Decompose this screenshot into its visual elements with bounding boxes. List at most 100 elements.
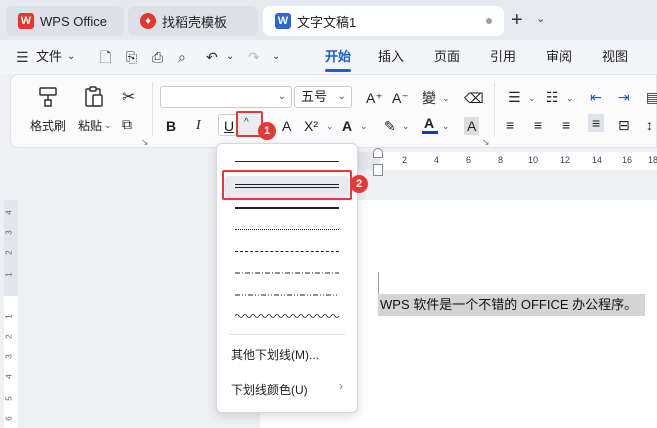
char-shading-button[interactable]: A [464, 117, 480, 135]
numbered-list-icon[interactable]: ☷ [546, 88, 559, 106]
undo-icon[interactable]: ↶ [206, 49, 218, 65]
more-chevron-icon[interactable]: ⌄ [272, 49, 280, 65]
ruler-tick: 16 [622, 155, 633, 165]
format-painter-icon[interactable] [36, 86, 60, 108]
underline-option-dash-dot-dot[interactable] [227, 287, 347, 303]
decrease-indent-icon[interactable]: ⇤ [590, 88, 602, 106]
menu-review[interactable]: 审阅 [546, 40, 572, 74]
justify-icon[interactable]: ≡ [588, 114, 605, 132]
align-right-icon[interactable]: ≡ [562, 116, 570, 134]
ruler-tick: 14 [592, 155, 603, 165]
more-underlines-item[interactable]: 其他下划线(M)... [231, 346, 319, 363]
ruler-tick: 3 [4, 354, 14, 359]
highlight-icon[interactable]: ✎ [384, 117, 396, 135]
dash-dot-dot-line [235, 294, 339, 296]
underline-option-single[interactable] [227, 154, 347, 170]
ruler-tick: 18 [648, 155, 657, 165]
more-paragraph-icon[interactable]: ▤ [646, 88, 657, 106]
line-spacing-icon[interactable]: ↕ [646, 116, 653, 134]
underline-option-dotted[interactable] [227, 222, 347, 238]
bullet-list-icon[interactable]: ☰ [508, 88, 521, 106]
menu-insert[interactable]: 插入 [378, 40, 404, 74]
underline-color-item[interactable]: 下划线颜色(U) [231, 381, 308, 398]
clear-format-icon[interactable]: ⌫ [464, 89, 484, 107]
vertical-ruler: 4 3 2 1 1 2 3 4 5 6 [4, 200, 18, 428]
strikethrough-icon[interactable]: A [282, 117, 291, 135]
format-painter-label[interactable]: 格式刷 [30, 118, 66, 134]
dialog-launcher-icon[interactable]: ↘ [482, 137, 490, 148]
shrink-font-icon[interactable]: A⁻ [392, 89, 409, 107]
menu-file[interactable]: 文件 [36, 40, 62, 74]
selected-paragraph[interactable]: WPS 软件是一个不错的 OFFICE 办公程序。 [378, 294, 645, 316]
margin-corner-mark [378, 272, 379, 294]
menu-icon[interactable]: ☰ [16, 49, 29, 65]
font-family-select[interactable]: ⌄ [160, 86, 292, 108]
ruler-tick: 12 [560, 155, 571, 165]
copy-icon[interactable]: ⧉ [122, 115, 132, 133]
chevron-down-icon[interactable]: ⌄ [67, 49, 75, 65]
chevron-down-icon[interactable]: ⌄ [566, 93, 574, 104]
ruler-tick: 1 [4, 272, 14, 277]
dotted-line [235, 229, 339, 230]
grow-font-icon[interactable]: A⁺ [366, 89, 383, 107]
tab-wps-office[interactable]: W WPS Office [6, 6, 124, 36]
indent-marker-icon[interactable] [373, 164, 383, 176]
underline-option-dash-dot[interactable] [227, 265, 347, 281]
superscript-button[interactable]: X² [304, 117, 318, 135]
tab-label: 文字文稿1 [297, 14, 357, 30]
distributed-icon[interactable]: ⊟ [618, 116, 630, 134]
paste-icon[interactable] [82, 86, 106, 108]
ruler-tick: 4 [4, 210, 14, 215]
menu-page[interactable]: 页面 [434, 40, 460, 74]
chevron-down-icon[interactable]: ⌄ [442, 93, 450, 104]
underline-option-thick[interactable] [227, 200, 347, 216]
chevron-down-icon[interactable]: ⌄ [226, 49, 234, 65]
text-effect-icon[interactable]: A [342, 117, 352, 135]
indent-marker-icon[interactable] [373, 148, 383, 158]
chevron-down-icon[interactable]: ⌄ [528, 93, 536, 104]
step-highlight-box [222, 170, 352, 200]
active-tab-underline [325, 69, 351, 72]
font-color-icon[interactable]: A [424, 114, 434, 132]
step-badge-1: 1 [258, 122, 276, 140]
tab-bar: W WPS Office ♦ 找稻壳模板 W 文字文稿1 + ⌄ [0, 0, 657, 40]
align-left-icon[interactable]: ≡ [506, 116, 514, 134]
ruler-tick: 3 [4, 230, 14, 235]
menu-view[interactable]: 视图 [602, 40, 628, 74]
redo-icon[interactable]: ↷ [248, 49, 260, 65]
paste-label[interactable]: 粘贴 [78, 118, 102, 134]
increase-indent-icon[interactable]: ⇥ [618, 88, 630, 106]
tab-document[interactable]: W 文字文稿1 [263, 6, 504, 36]
align-center-icon[interactable]: ≡ [534, 116, 542, 134]
print-preview-icon[interactable]: ⌕ [178, 49, 186, 65]
font-size-value: 五号 [301, 89, 328, 104]
save-icon[interactable]: 🗋 [100, 49, 111, 65]
chevron-down-icon[interactable]: ⌄ [326, 121, 334, 132]
ruler-tick: 10 [528, 155, 539, 165]
underline-button[interactable]: U [224, 117, 234, 135]
chevron-down-icon[interactable]: ⌄ [104, 120, 112, 131]
italic-button[interactable]: I [196, 117, 201, 135]
chevron-down-icon[interactable]: ⌄ [402, 121, 410, 132]
underline-option-dashed[interactable] [227, 244, 347, 260]
unsaved-dot-icon[interactable] [486, 18, 492, 24]
cut-icon[interactable]: ✂ [122, 89, 135, 107]
dash-dot-line [235, 272, 339, 274]
dialog-launcher-icon[interactable]: ↘ [141, 137, 149, 148]
ruler-tick: 5 [4, 396, 14, 401]
new-tab-button[interactable]: + [511, 9, 523, 31]
chevron-down-icon[interactable]: ⌄ [360, 121, 368, 132]
ruler-tick: 6 [466, 155, 472, 165]
bold-button[interactable]: B [166, 117, 176, 135]
print-icon[interactable]: ⎙ [152, 49, 163, 65]
underline-option-wave[interactable] [227, 308, 347, 324]
export-icon[interactable]: ⎘ [126, 49, 137, 65]
phonetic-guide-icon[interactable]: 變 [422, 89, 436, 107]
chevron-down-icon[interactable]: ⌄ [442, 121, 450, 132]
tab-templates[interactable]: ♦ 找稻壳模板 [128, 6, 258, 36]
menu-reference[interactable]: 引用 [490, 40, 516, 74]
chevron-down-icon[interactable]: ⌄ [536, 12, 545, 25]
ruler-tick: 2 [4, 250, 14, 255]
font-size-select[interactable]: 五号 ⌄ [294, 86, 352, 108]
wave-line [235, 314, 339, 318]
